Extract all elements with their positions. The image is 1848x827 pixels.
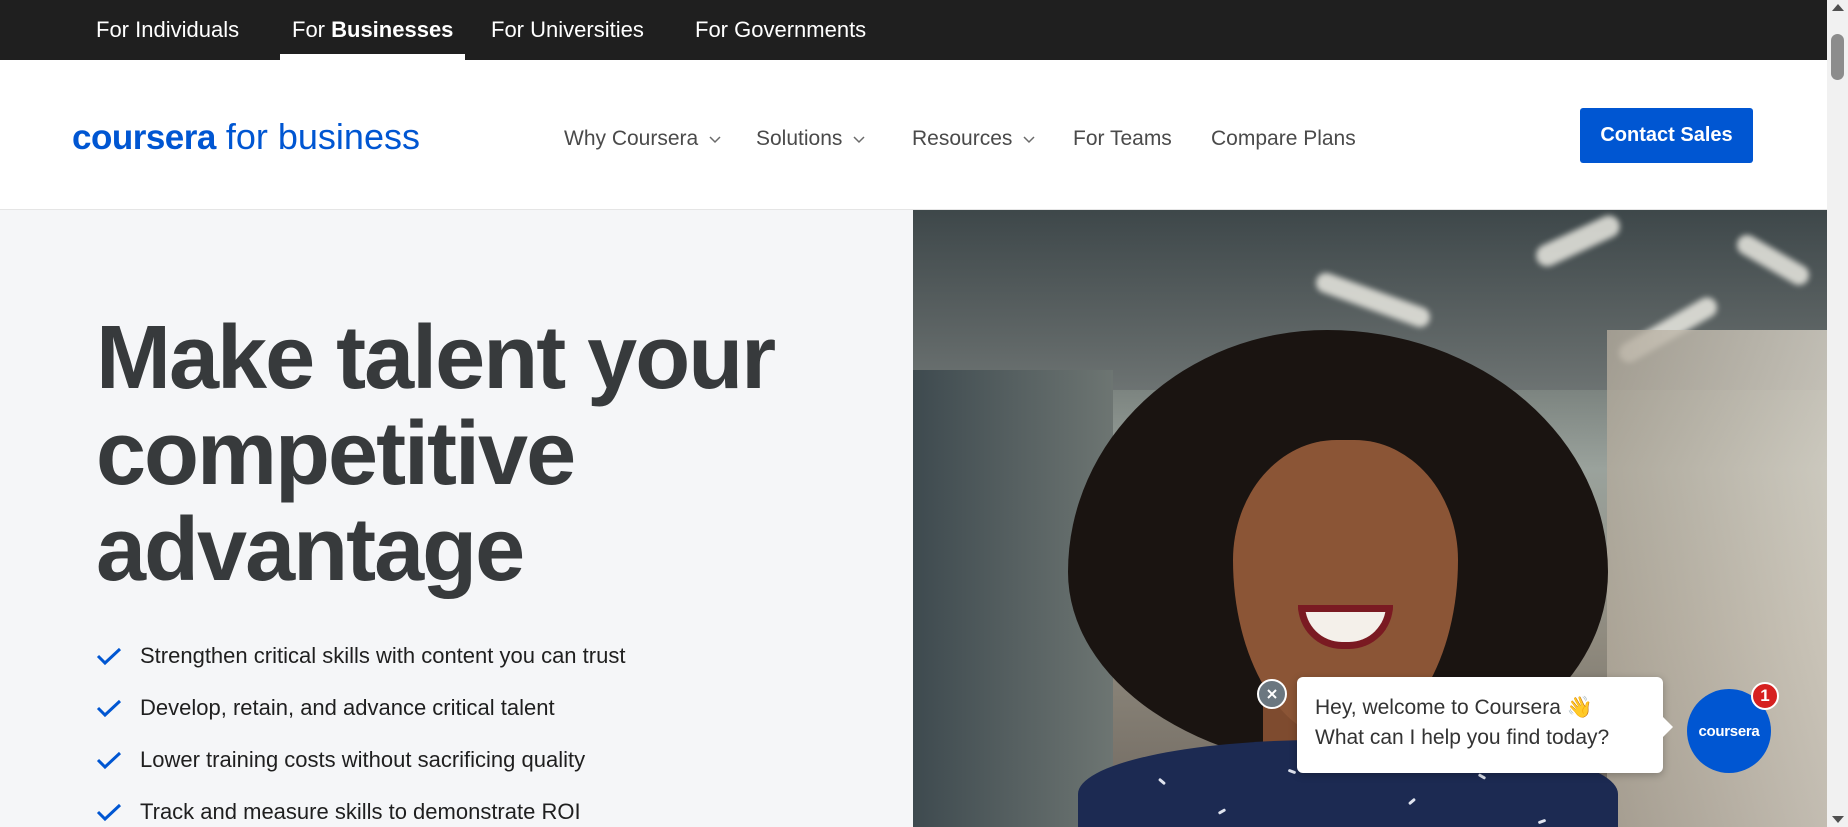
shirt-dot <box>1407 797 1417 806</box>
audience-tab-prefix: For <box>292 17 325 42</box>
nav-label: Why Coursera <box>564 127 699 150</box>
checkmark-icon <box>96 699 122 718</box>
audience-tab-prefix: For <box>695 17 728 42</box>
coursera-for-business-logo[interactable]: coursera for business <box>72 116 420 160</box>
nav-label: Solutions <box>756 127 843 150</box>
list-item: Track and measure skills to demonstrate … <box>96 786 625 827</box>
shirt-dot <box>1537 818 1547 825</box>
chat-close-button[interactable] <box>1257 679 1287 709</box>
close-icon <box>1267 689 1277 699</box>
logo-brand: coursera <box>72 118 216 157</box>
audience-bar: For Individuals For Businesses For Unive… <box>0 0 1827 60</box>
chevron-down-icon <box>709 136 721 144</box>
nav-compare-plans[interactable]: Compare Plans <box>1211 124 1356 154</box>
checkmark-icon <box>96 647 122 666</box>
audience-tab-universities[interactable]: For Universities <box>491 0 644 60</box>
nav-label: Resources <box>912 127 1013 150</box>
chat-message-line: What can I help you find today? <box>1315 726 1610 749</box>
logo-suffix: for business <box>225 116 420 157</box>
hero-title: Make talent your competitive advantage <box>96 308 776 600</box>
chevron-down-icon <box>1023 136 1035 144</box>
chat-welcome-bubble[interactable]: Hey, welcome to Coursera 👋 What can I he… <box>1297 677 1673 773</box>
chat-message-line: Hey, welcome to Coursera 👋 <box>1315 696 1593 719</box>
chevron-down-icon <box>853 136 865 144</box>
list-item: Strengthen critical skills with content … <box>96 630 625 682</box>
scroll-up-arrow-icon[interactable] <box>1832 4 1844 11</box>
list-item: Develop, retain, and advance critical ta… <box>96 682 625 734</box>
nav-why-coursera[interactable]: Why Coursera <box>564 124 722 154</box>
list-item: Lower training costs without sacrificing… <box>96 734 625 786</box>
notification-badge: 1 <box>1751 682 1779 710</box>
scrollbar-thumb[interactable] <box>1831 34 1844 80</box>
contact-sales-button[interactable]: Contact Sales <box>1580 108 1753 163</box>
audience-tab-prefix: For <box>491 17 524 42</box>
shirt-dot <box>1217 808 1227 815</box>
audience-tab-prefix: For <box>96 17 129 42</box>
audience-tab-label: Universities <box>530 17 644 42</box>
hero-benefits-list: Strengthen critical skills with content … <box>96 630 625 827</box>
checkmark-icon <box>96 803 122 822</box>
nav-label: For Teams <box>1073 127 1172 150</box>
audience-tab-label: Individuals <box>135 17 240 42</box>
benefit-text: Develop, retain, and advance critical ta… <box>140 695 555 720</box>
shirt-dot <box>1157 777 1167 786</box>
audience-tab-businesses[interactable]: For Businesses <box>279 0 466 60</box>
shirt-dot <box>1287 768 1297 775</box>
page-scrollbar[interactable] <box>1827 0 1848 827</box>
audience-tab-governments[interactable]: For Governments <box>695 0 866 60</box>
nav-resources[interactable]: Resources <box>912 124 1036 154</box>
benefit-text: Track and measure skills to demonstrate … <box>140 799 581 824</box>
checkmark-icon <box>96 751 122 770</box>
scroll-down-arrow-icon[interactable] <box>1832 816 1844 823</box>
nav-label: Compare Plans <box>1211 127 1356 150</box>
shirt-dot <box>1477 773 1487 780</box>
benefit-text: Lower training costs without sacrificing… <box>140 747 586 772</box>
benefit-text: Strengthen critical skills with content … <box>140 643 626 668</box>
audience-tab-label: Businesses <box>331 17 454 42</box>
nav-for-teams[interactable]: For Teams <box>1073 124 1172 154</box>
nav-solutions[interactable]: Solutions <box>756 124 866 154</box>
hero-section: Make talent your competitive advantage S… <box>0 210 913 827</box>
main-header: coursera for business Why Coursera Solut… <box>0 60 1827 210</box>
audience-tab-label: Governments <box>734 17 867 42</box>
audience-tab-individuals[interactable]: For Individuals <box>96 0 239 60</box>
